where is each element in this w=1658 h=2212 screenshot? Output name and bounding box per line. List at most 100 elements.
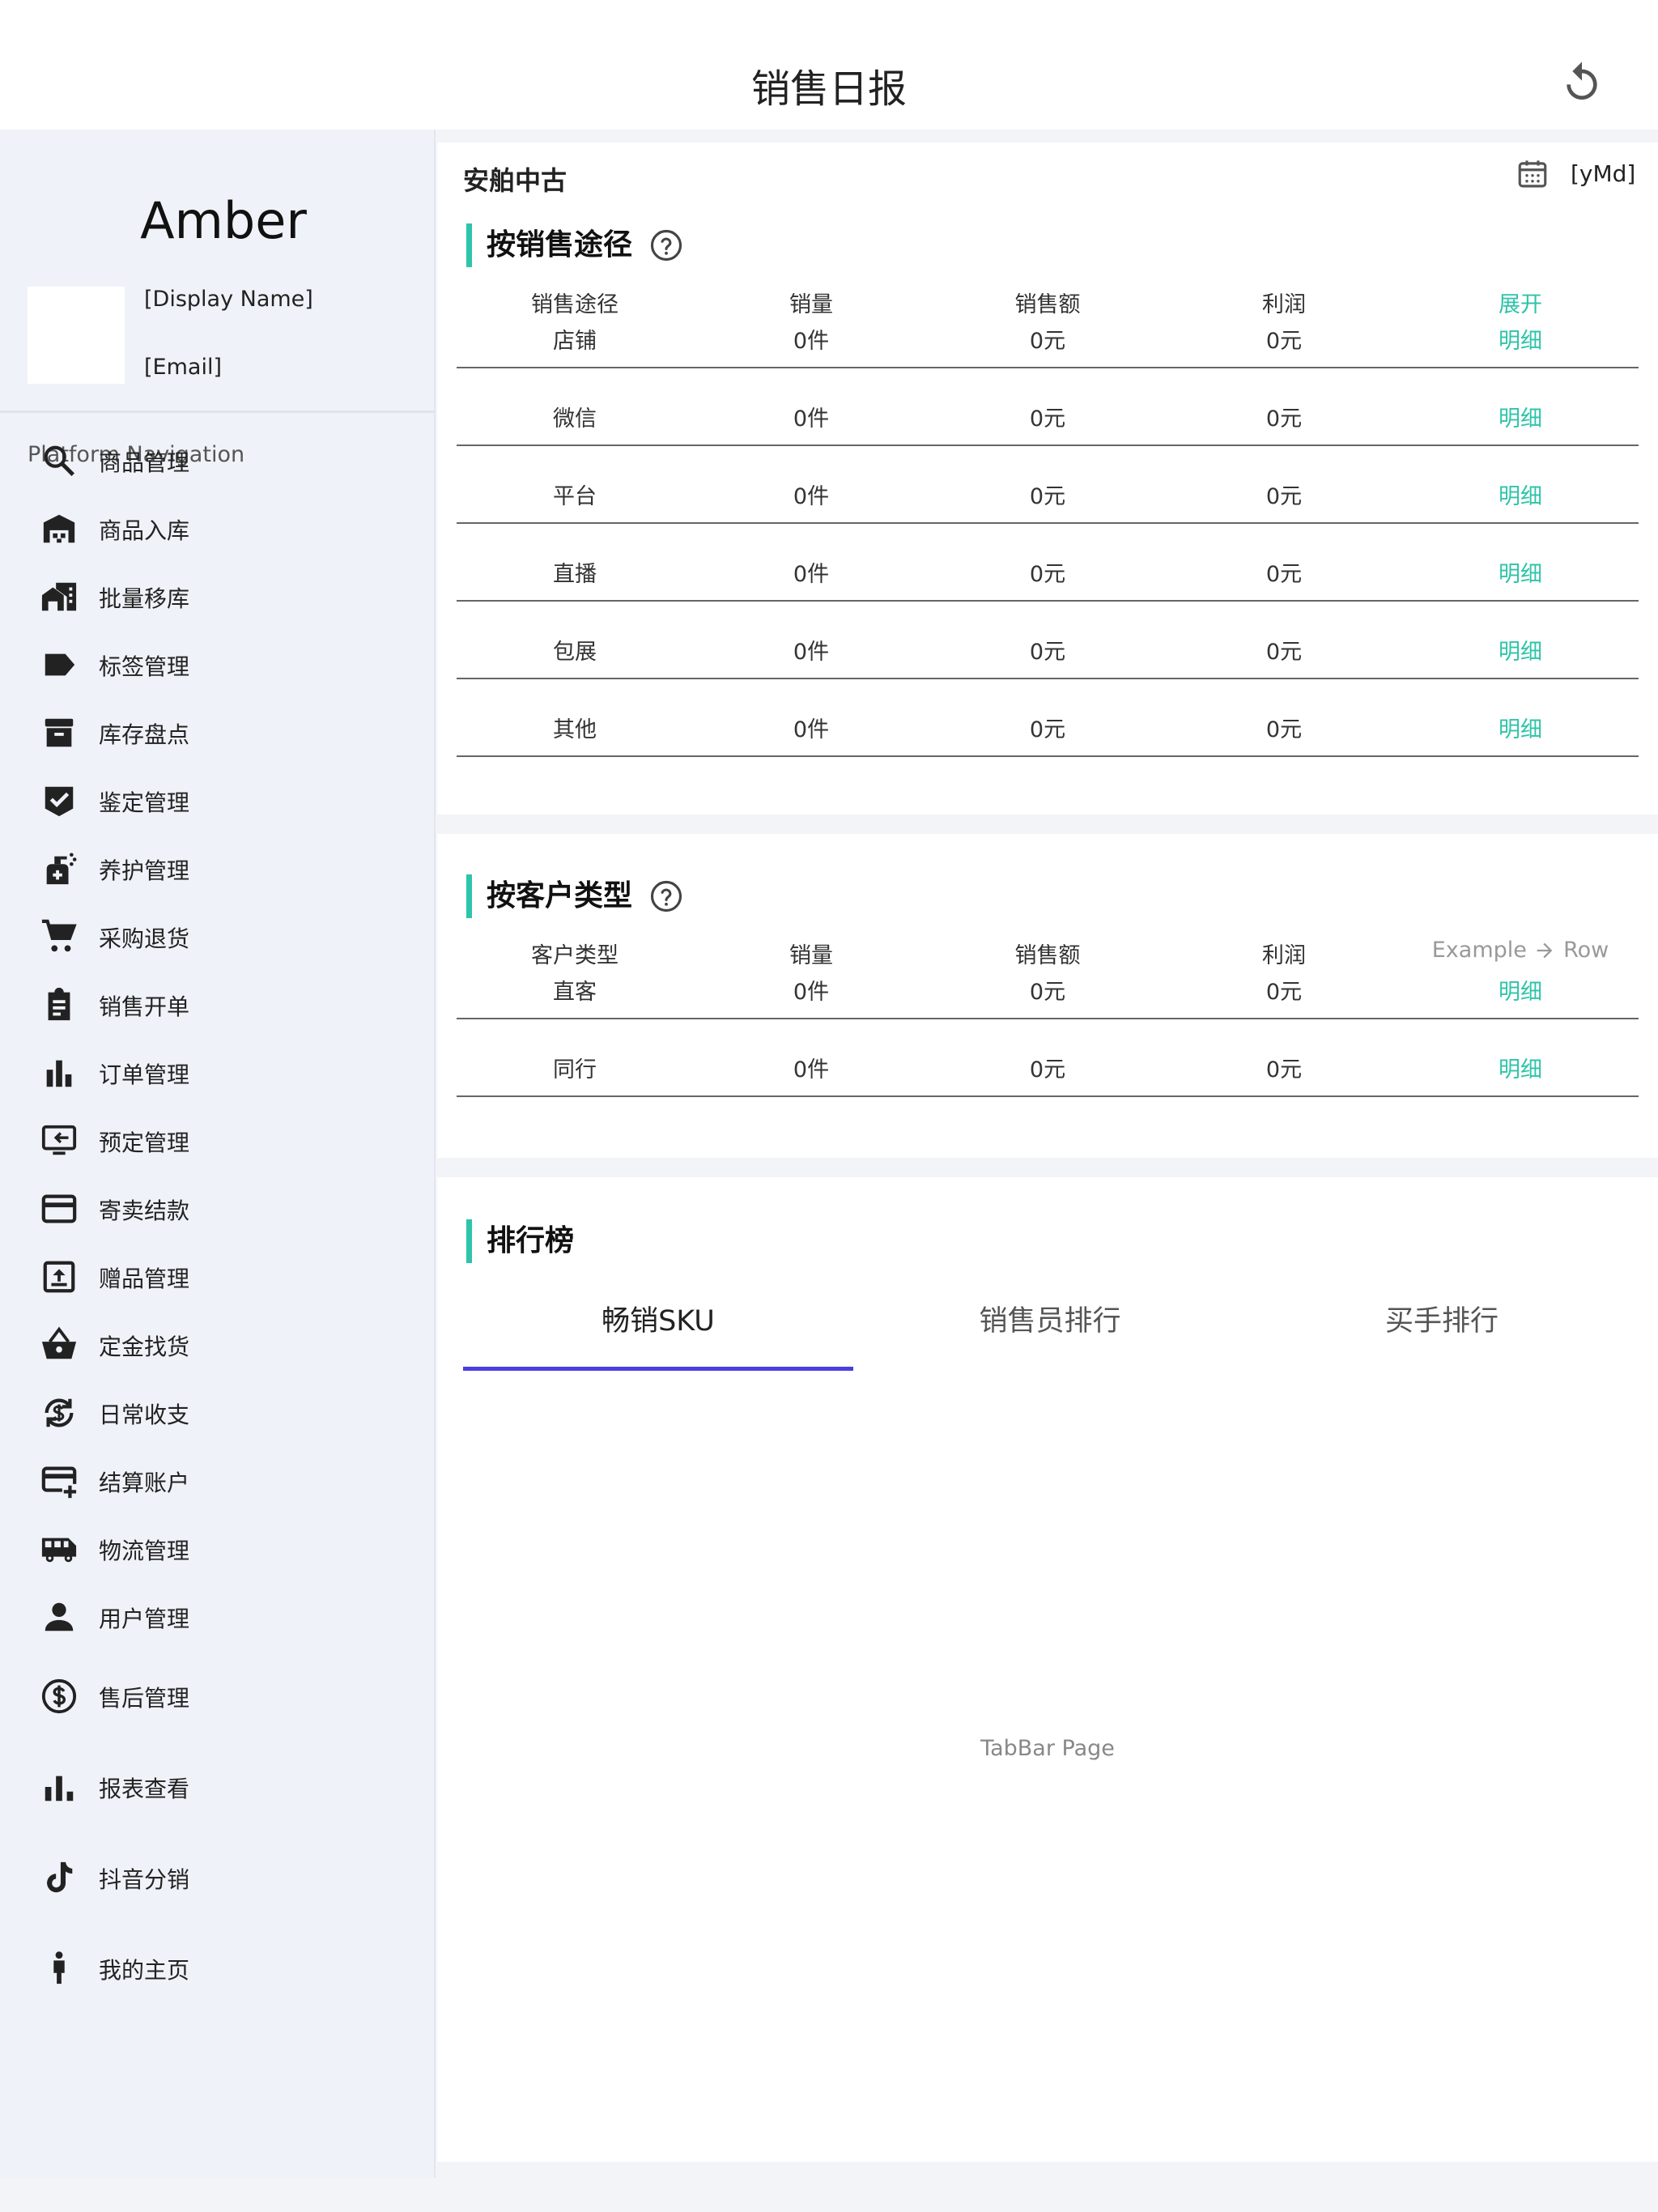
row-amount: 0元 [1029, 406, 1066, 432]
man-icon [53, 1951, 65, 1984]
row-amount: 0元 [1029, 1057, 1066, 1083]
detail-link[interactable]: 明细 [1402, 401, 1639, 432]
table-row: 平台 0件 0元 0元 明细 [457, 446, 1639, 524]
currency-exchange-icon [45, 1398, 74, 1427]
sidebar-item-20[interactable]: 报表查看 [0, 1754, 434, 1812]
sidebar-item-7[interactable]: 养护管理 [0, 836, 434, 894]
row-qty: 0件 [793, 980, 830, 1005]
row-qty: 0件 [793, 717, 830, 742]
channel-section-title: 按销售途径 [466, 223, 632, 267]
warehouse-icon [43, 514, 75, 543]
row-name: 直客 [553, 980, 597, 1005]
sidebar-item-label: 商品管理 [99, 449, 190, 476]
search-icon [44, 445, 75, 477]
detail-link[interactable]: 明细 [1402, 556, 1639, 588]
row-qty: 0件 [793, 329, 830, 354]
sidebar-item-17[interactable]: 物流管理 [0, 1516, 434, 1574]
help-icon[interactable] [649, 879, 683, 913]
calendar-icon[interactable] [1516, 157, 1550, 191]
sidebar-item-6[interactable]: 鉴定管理 [0, 768, 434, 826]
sidebar-item-label: 我的主页 [99, 1957, 190, 1984]
detail-link[interactable]: 明细 [1402, 479, 1639, 510]
sidebar-item-10[interactable]: 订单管理 [0, 1040, 434, 1098]
row-qty: 0件 [793, 1057, 830, 1083]
row-amount: 0元 [1029, 329, 1066, 354]
refresh-icon[interactable] [1559, 60, 1605, 105]
app-name: Amber [140, 191, 307, 250]
credit-card-icon [41, 1194, 77, 1223]
sidebar-item-8[interactable]: 采购退货 [0, 904, 434, 962]
sidebar-item-2[interactable]: 商品入库 [0, 496, 434, 554]
sidebar-item-9[interactable]: 销售开单 [0, 972, 434, 1030]
table-row: 直播 0件 0元 0元 明细 [457, 524, 1639, 602]
detail-link[interactable]: 明细 [1402, 974, 1639, 1006]
table-row: 其他 0件 0元 0元 明细 [457, 679, 1639, 757]
detail-link[interactable]: 明细 [1402, 1052, 1639, 1083]
sidebar-item-19[interactable]: 售后管理 [0, 1663, 434, 1721]
detail-link[interactable]: 明细 [1402, 712, 1639, 743]
archive-icon [45, 718, 74, 747]
person-icon [45, 1602, 74, 1631]
sidebar-item-3[interactable]: 批量移库 [0, 564, 434, 622]
clipboard-icon [48, 987, 70, 1021]
ranking-section-title: 排行榜 [466, 1219, 574, 1263]
row-name: 微信 [553, 406, 597, 432]
row-amount: 0元 [1029, 640, 1066, 665]
sidebar-item-15[interactable]: 日常收支 [0, 1380, 434, 1438]
store-name[interactable]: 安舶中古 [463, 160, 567, 198]
sidebar-item-label: 批量移库 [99, 585, 190, 612]
verified-icon [45, 786, 74, 817]
tab-buyer-rank[interactable]: 买手排行 [1247, 1291, 1637, 1372]
table-row: 包展 0件 0元 0元 明细 [457, 602, 1639, 679]
sidebar-item-16[interactable]: 结算账户 [0, 1448, 434, 1506]
sidebar-item-4[interactable]: 标签管理 [0, 632, 434, 690]
row-qty: 0件 [793, 484, 830, 509]
sidebar-item-label: 寄卖结款 [99, 1197, 190, 1224]
row-amount: 0元 [1029, 562, 1066, 587]
sidebar-item-21[interactable]: 抖音分销 [0, 1844, 434, 1903]
sidebar-item-12[interactable]: 寄卖结款 [0, 1176, 434, 1234]
sidebar-item-13[interactable]: 赠品管理 [0, 1244, 434, 1302]
avatar[interactable] [28, 287, 125, 384]
date-value[interactable]: [yMd] [1571, 160, 1635, 187]
app-bar: 销售日报 [0, 0, 1658, 130]
customer-section-title: 按客户类型 [466, 874, 632, 918]
row-profit: 0元 [1265, 562, 1303, 587]
customer-panel: 按客户类型 客户类型 销量 销售额 利润 Example Row 直客0件0 [437, 834, 1658, 1158]
row-profit: 0元 [1265, 717, 1303, 742]
sidebar-item-18[interactable]: 用户管理 [0, 1584, 434, 1642]
label-icon [45, 653, 75, 676]
bus-icon [41, 1538, 77, 1563]
upload-box-icon [43, 1261, 75, 1293]
detail-link[interactable]: 明细 [1402, 323, 1639, 355]
sidebar-item-label: 订单管理 [99, 1061, 190, 1088]
detail-link[interactable]: 明细 [1402, 634, 1639, 666]
tab-salesperson-rank[interactable]: 销售员排行 [855, 1291, 1245, 1372]
add-card-icon [41, 1466, 78, 1499]
table-row: 微信 0件 0元 0元 明细 [457, 368, 1639, 446]
user-email: [Email] [144, 355, 222, 380]
sidebar-item-22[interactable]: 我的主页 [0, 1935, 434, 1993]
row-qty: 0件 [793, 562, 830, 587]
dollar-circle-icon [41, 1678, 77, 1714]
help-icon[interactable] [649, 228, 683, 262]
row-profit: 0元 [1265, 980, 1303, 1005]
sidebar-item-11[interactable]: 预定管理 [0, 1108, 434, 1166]
row-name: 平台 [553, 484, 597, 509]
table-row: 直客 0件 0元 0元 明细 [457, 942, 1639, 1019]
monitor-swap-icon [41, 1125, 77, 1155]
sidebar-item-label: 售后管理 [99, 1685, 190, 1712]
ranking-panel: 排行榜 畅销SKU 销售员排行 买手排行 TabBar Page [437, 1177, 1658, 2162]
sidebar: Amber [Display Name] [Email] Platform Na… [0, 130, 436, 2178]
cart-icon [41, 919, 77, 952]
sidebar-item-label: 预定管理 [99, 1129, 190, 1156]
sidebar-item-5[interactable]: 库存盘点 [0, 700, 434, 758]
sidebar-item-label: 库存盘点 [99, 721, 190, 748]
row-amount: 0元 [1029, 484, 1066, 509]
sidebar-item-label: 结算账户 [99, 1470, 190, 1496]
sidebar-item-label: 商品入库 [99, 517, 190, 544]
sidebar-item-14[interactable]: 定金找货 [0, 1312, 434, 1370]
tab-top-sku[interactable]: 畅销SKU [463, 1291, 853, 1372]
page-title: 销售日报 [750, 66, 907, 112]
sidebar-item-1[interactable]: 商品管理 [0, 428, 434, 486]
